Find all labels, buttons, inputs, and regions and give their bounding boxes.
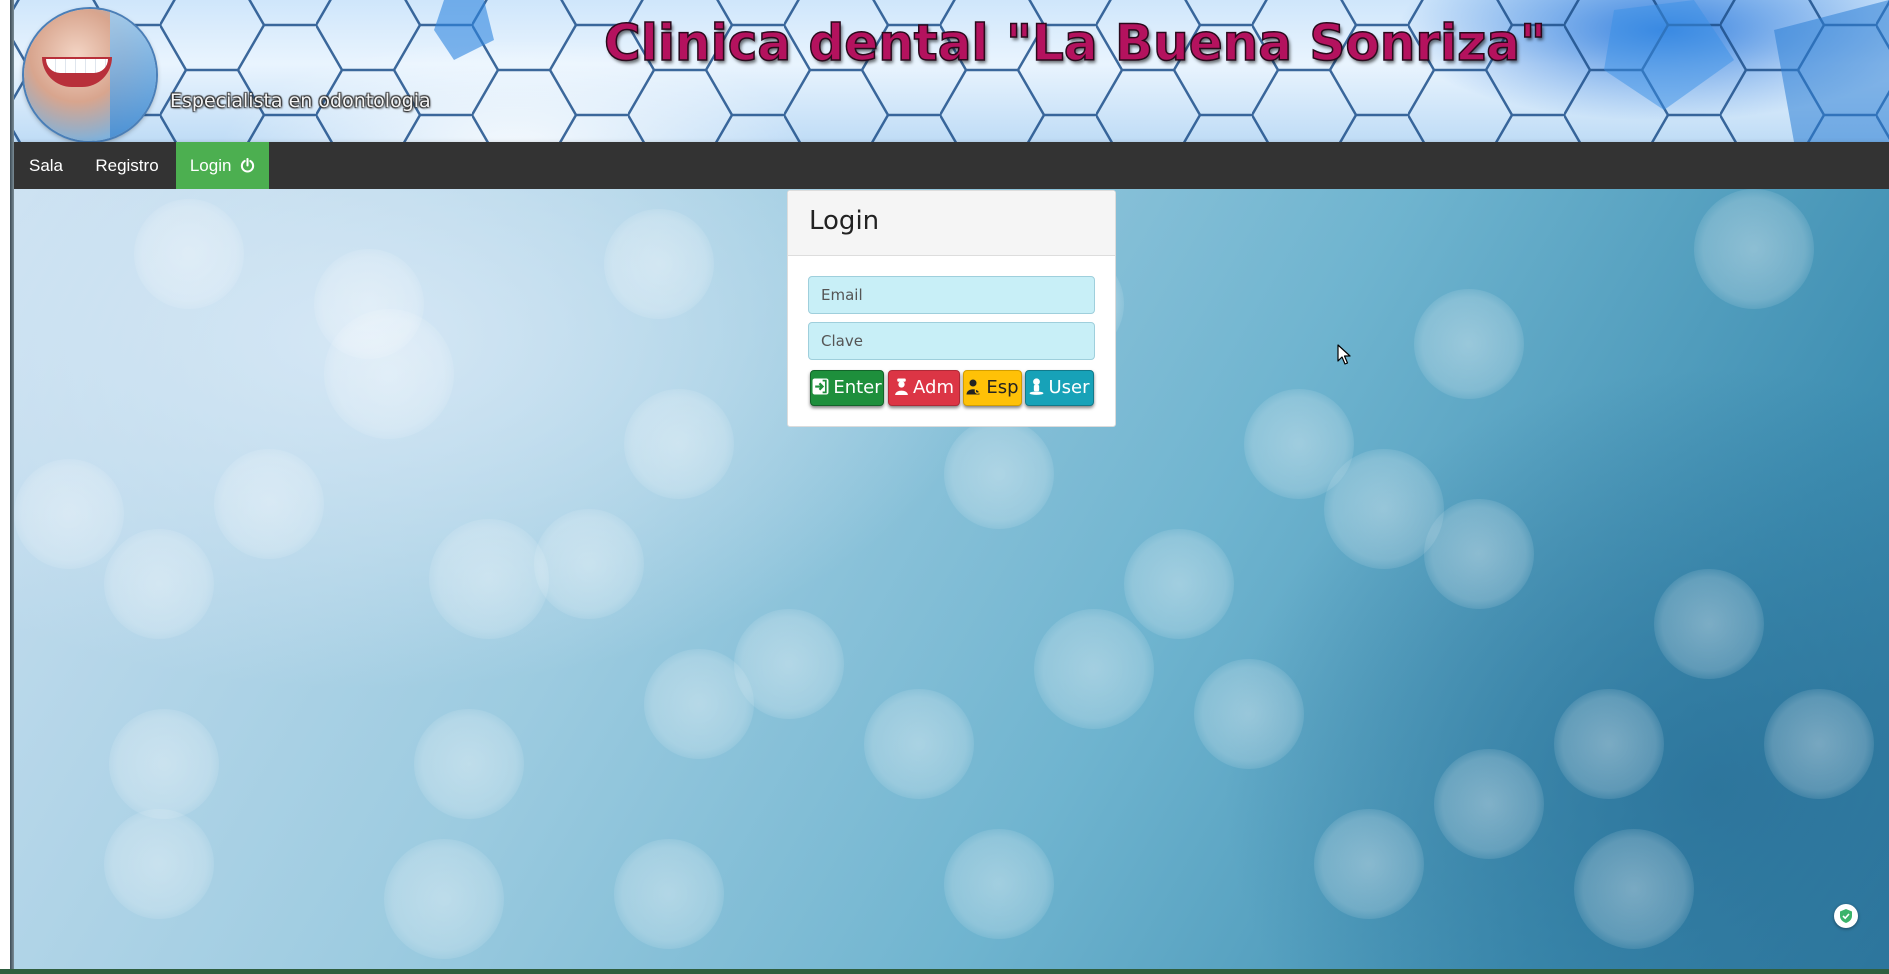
site-title: Clinica dental "La Buena Sonriza" bbox=[603, 13, 1547, 73]
nav-item-label: Sala bbox=[28, 156, 64, 175]
bokeh-light bbox=[944, 829, 1054, 939]
login-card: Login Enter Adm Esp bbox=[787, 190, 1116, 427]
bokeh-light bbox=[1314, 809, 1424, 919]
email-input[interactable] bbox=[808, 276, 1095, 314]
enter-button-label: Enter bbox=[833, 377, 882, 398]
nav-item-registro[interactable]: Registro bbox=[78, 142, 176, 189]
specialist-button-label: Esp bbox=[986, 377, 1019, 398]
site-subtitle: Especialista en odontologia bbox=[170, 90, 431, 112]
bokeh-light bbox=[384, 839, 504, 959]
user-icon bbox=[1030, 378, 1044, 395]
mouse-cursor-icon bbox=[1337, 344, 1351, 365]
admin-user-icon bbox=[895, 378, 908, 395]
navbar: Sala Registro Login bbox=[14, 142, 1889, 190]
shield-icon bbox=[1840, 909, 1852, 923]
bokeh-light bbox=[14, 459, 124, 569]
bokeh-light bbox=[104, 529, 214, 639]
shield-check-icon[interactable] bbox=[1834, 904, 1858, 928]
nav-item-label: Registro bbox=[95, 156, 159, 175]
bokeh-light bbox=[864, 689, 974, 799]
bokeh-light bbox=[414, 709, 524, 819]
login-card-header: Login bbox=[788, 191, 1115, 256]
bokeh-light bbox=[624, 389, 734, 499]
logo-background bbox=[110, 9, 156, 141]
admin-button[interactable]: Adm bbox=[888, 370, 960, 406]
bokeh-light bbox=[1654, 569, 1764, 679]
specialist-button[interactable]: Esp bbox=[963, 370, 1022, 406]
bokeh-light bbox=[104, 809, 214, 919]
user-button-label: User bbox=[1048, 377, 1090, 398]
window-bottom-edge bbox=[0, 969, 1889, 974]
nav-item-login[interactable]: Login bbox=[176, 142, 269, 189]
bokeh-light bbox=[1554, 689, 1664, 799]
window-left-edge bbox=[0, 0, 14, 974]
bokeh-light bbox=[214, 449, 324, 559]
admin-button-label: Adm bbox=[913, 377, 954, 398]
bokeh-light bbox=[644, 649, 754, 759]
password-input[interactable] bbox=[808, 322, 1095, 360]
header-banner: Clinica dental "La Buena Sonriza" Especi… bbox=[14, 0, 1889, 142]
bokeh-light bbox=[429, 519, 549, 639]
specialist-user-icon bbox=[966, 379, 981, 395]
smile-logo-icon[interactable] bbox=[24, 9, 156, 141]
bokeh-light bbox=[1694, 189, 1814, 309]
page: Clinica dental "La Buena Sonriza" Especi… bbox=[0, 0, 1889, 974]
bokeh-light bbox=[1764, 689, 1874, 799]
login-title: Login bbox=[809, 206, 880, 236]
nav-item-sala[interactable]: Sala bbox=[14, 142, 78, 189]
bokeh-light bbox=[1124, 529, 1234, 639]
bokeh-light bbox=[134, 199, 244, 309]
bokeh-light bbox=[604, 209, 714, 319]
bokeh-light bbox=[1424, 499, 1534, 609]
bokeh-light bbox=[944, 419, 1054, 529]
bokeh-light bbox=[1414, 289, 1524, 399]
bokeh-light bbox=[324, 309, 454, 439]
user-button[interactable]: User bbox=[1025, 370, 1094, 406]
bokeh-light bbox=[1034, 609, 1154, 729]
enter-button[interactable]: Enter bbox=[810, 370, 884, 406]
bokeh-light bbox=[534, 509, 644, 619]
bokeh-light bbox=[1574, 829, 1694, 949]
sign-in-icon bbox=[812, 378, 829, 395]
bokeh-light bbox=[614, 839, 724, 949]
logo-teeth bbox=[46, 59, 108, 73]
bokeh-light bbox=[1194, 659, 1304, 769]
bokeh-light bbox=[1434, 749, 1544, 859]
bokeh-light bbox=[109, 709, 219, 819]
nav-item-label: Login bbox=[189, 156, 232, 175]
power-icon bbox=[241, 158, 255, 173]
